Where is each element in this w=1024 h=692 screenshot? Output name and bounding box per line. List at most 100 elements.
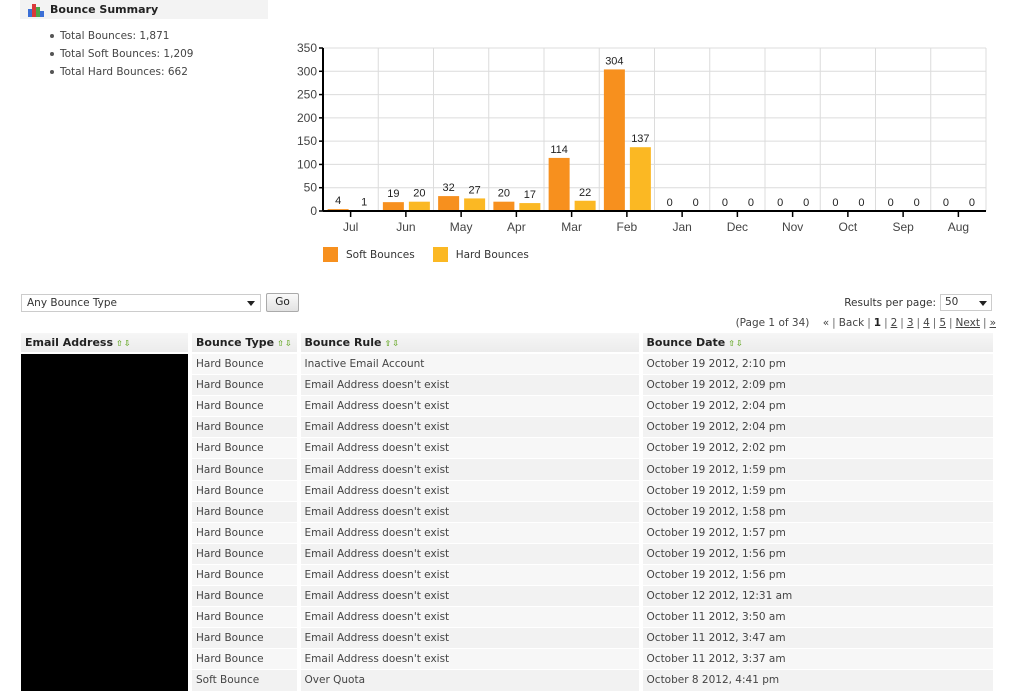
sort-arrows-icon[interactable]: ⇧⇩: [277, 339, 292, 348]
header-bounce-type[interactable]: Bounce Type⇧⇩: [192, 333, 301, 354]
page-link-3[interactable]: 3: [907, 317, 914, 329]
cell-rule: Inactive Email Account: [301, 354, 643, 375]
sort-arrows-icon[interactable]: ⇧⇩: [728, 339, 743, 348]
table-row[interactable]: Hard BounceInactive Email AccountOctober…: [21, 354, 997, 375]
cell-date: October 19 2012, 1:56 pm: [643, 544, 997, 565]
cell-date: October 19 2012, 2:02 pm: [643, 438, 997, 459]
cell-date: October 11 2012, 3:37 am: [643, 649, 997, 670]
legend-hard-bounces: Hard Bounces: [433, 247, 529, 262]
cell-date: October 19 2012, 1:56 pm: [643, 565, 997, 586]
bar-soft-feb: [604, 69, 625, 211]
y-tick-label: 0: [310, 204, 317, 218]
cell-rule: Email Address doesn't exist: [301, 481, 643, 502]
cell-rule: Email Address doesn't exist: [301, 565, 643, 586]
cell-type: Hard Bounce: [192, 544, 301, 565]
x-tick-label: Sep: [892, 220, 914, 234]
cell-date: October 11 2012, 3:47 am: [643, 628, 997, 649]
page-link-4[interactable]: 4: [923, 317, 930, 329]
chevron-down-icon: [247, 301, 255, 306]
bar-hard-feb: [630, 147, 651, 211]
cell-rule: Email Address doesn't exist: [301, 459, 643, 480]
cell-rule: Email Address doesn't exist: [301, 396, 643, 417]
cell-type: Hard Bounce: [192, 459, 301, 480]
cell-date: October 19 2012, 2:04 pm: [643, 396, 997, 417]
cell-type: Hard Bounce: [192, 354, 301, 375]
data-label: 0: [969, 197, 975, 209]
bar-hard-mar: [575, 201, 596, 211]
x-tick-label: Jun: [396, 220, 415, 234]
data-label: 0: [914, 197, 920, 209]
cell-rule: Email Address doesn't exist: [301, 417, 643, 438]
cell-rule: Email Address doesn't exist: [301, 438, 643, 459]
data-label: 0: [832, 197, 838, 209]
cell-type: Hard Bounce: [192, 375, 301, 396]
header-bounce-rule[interactable]: Bounce Rule⇧⇩: [301, 333, 643, 354]
cell-type: Hard Bounce: [192, 502, 301, 523]
sort-arrows-icon[interactable]: ⇧⇩: [116, 339, 131, 348]
next-link[interactable]: Next: [956, 317, 980, 329]
results-per-page: Results per page: 50: [844, 294, 992, 311]
cell-date: October 11 2012, 3:50 am: [643, 607, 997, 628]
page-link-5[interactable]: 5: [939, 317, 946, 329]
go-button[interactable]: Go: [266, 293, 299, 312]
x-tick-label: Aug: [948, 220, 969, 234]
data-label: 0: [858, 197, 864, 209]
legend-swatch-hard: [433, 247, 448, 262]
data-label: 32: [443, 182, 455, 194]
data-label: 20: [413, 188, 425, 200]
data-label: 304: [605, 55, 623, 67]
header-email-address[interactable]: Email Address⇧⇩: [21, 333, 192, 354]
header-bounce-date[interactable]: Bounce Date⇧⇩: [643, 333, 997, 354]
last-page-link[interactable]: »: [990, 317, 996, 329]
data-label: 0: [777, 197, 783, 209]
chevron-down-icon: [979, 301, 987, 306]
cell-date: October 19 2012, 1:59 pm: [643, 459, 997, 480]
cell-rule: Email Address doesn't exist: [301, 502, 643, 523]
bar-soft-mar: [549, 158, 570, 211]
data-label: 0: [722, 197, 728, 209]
page-info: (Page 1 of 34): [736, 317, 810, 329]
results-per-page-select[interactable]: 50: [940, 294, 992, 311]
page-link-2[interactable]: 2: [891, 317, 898, 329]
chart-legend: Soft Bounces Hard Bounces: [323, 247, 547, 262]
cell-date: October 19 2012, 2:04 pm: [643, 417, 997, 438]
results-per-page-label: Results per page:: [844, 297, 936, 309]
legend-label-hard: Hard Bounces: [456, 249, 529, 261]
cell-rule: Email Address doesn't exist: [301, 523, 643, 544]
back-link[interactable]: Back: [839, 317, 865, 329]
data-label: 20: [498, 188, 510, 200]
data-label: 114: [550, 144, 568, 156]
total-hard-bounces: Total Hard Bounces: 662: [50, 63, 194, 81]
data-label: 17: [524, 189, 536, 201]
bounce-summary-header: Bounce Summary: [20, 0, 268, 19]
first-page-link[interactable]: «: [823, 317, 829, 329]
data-label: 0: [803, 197, 809, 209]
cell-type: Hard Bounce: [192, 628, 301, 649]
x-tick-label: Apr: [507, 220, 526, 234]
legend-label-soft: Soft Bounces: [346, 249, 415, 261]
current-page: 1: [874, 317, 881, 329]
cell-rule: Email Address doesn't exist: [301, 607, 643, 628]
y-tick-label: 100: [297, 157, 317, 171]
cell-type: Hard Bounce: [192, 523, 301, 544]
cell-rule: Email Address doesn't exist: [301, 375, 643, 396]
bar-soft-may: [438, 196, 459, 211]
bounce-type-select[interactable]: Any Bounce Type: [21, 294, 261, 312]
cell-type: Hard Bounce: [192, 607, 301, 628]
cell-rule: Email Address doesn't exist: [301, 544, 643, 565]
cell-type: Hard Bounce: [192, 396, 301, 417]
cell-type: Hard Bounce: [192, 481, 301, 502]
cell-type: Hard Bounce: [192, 565, 301, 586]
legend-swatch-soft: [323, 247, 338, 262]
bar-soft-apr: [493, 202, 514, 211]
data-label: 0: [748, 197, 754, 209]
data-label: 0: [667, 197, 673, 209]
data-label: 0: [693, 197, 699, 209]
bounce-summary-title: Bounce Summary: [50, 3, 158, 16]
y-tick-label: 200: [297, 111, 317, 125]
sort-arrows-icon[interactable]: ⇧⇩: [384, 339, 399, 348]
bar-hard-may: [464, 198, 485, 211]
x-tick-label: Feb: [617, 220, 638, 234]
bounce-chart: 05010015020025030035041Jul1920Jun3227May…: [280, 38, 1000, 238]
x-tick-label: Nov: [782, 220, 803, 234]
